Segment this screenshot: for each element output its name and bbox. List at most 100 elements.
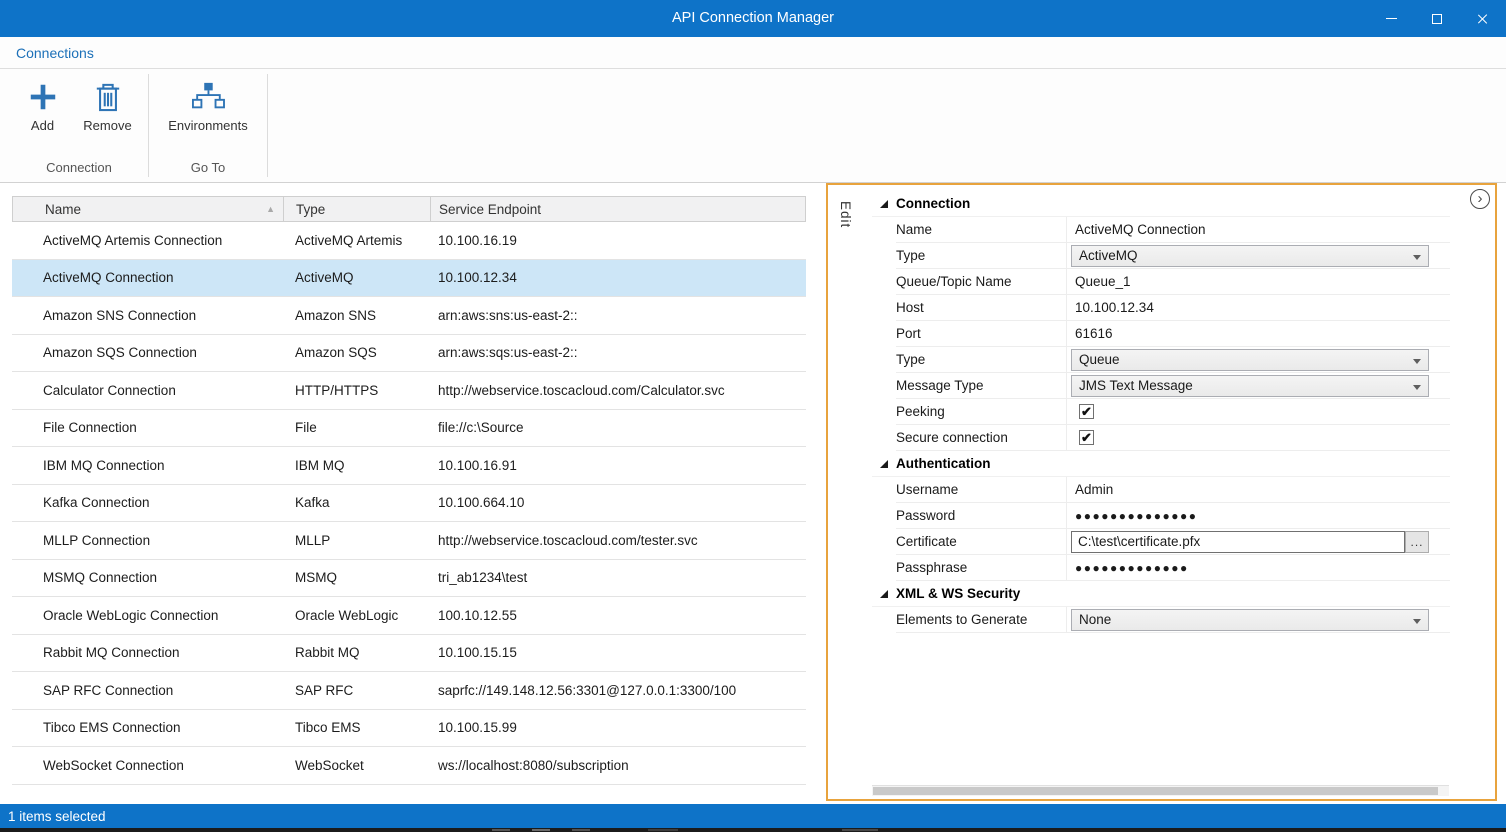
property-value: Queue_1 [1066,269,1450,295]
cell-type: MSMQ [283,570,430,585]
minimize-button[interactable] [1368,0,1414,37]
table-header: Name ▲ Type Service Endpoint [12,196,806,222]
cell-type: SAP RFC [283,683,430,698]
table-row[interactable]: Oracle WebLogic ConnectionOracle WebLogi… [12,597,806,635]
peeking-checkbox[interactable]: ✔ [1079,404,1094,419]
environments-button[interactable]: Environments [158,75,258,133]
property-row: Peeking ✔ [872,399,1450,425]
cell-name: File Connection [12,420,283,435]
property-label: Certificate [896,529,1066,555]
ribbon-tab-row: Connections [0,37,1506,69]
column-header-endpoint[interactable]: Service Endpoint [431,197,805,221]
cell-endpoint: 10.100.16.91 [430,458,806,473]
table-row[interactable]: Kafka ConnectionKafka10.100.664.10 [12,485,806,523]
property-row: Message TypeJMS Text Message [872,373,1450,399]
cell-endpoint: 10.100.12.34 [430,270,806,285]
property-label: Peeking [896,399,1066,425]
section-header-connection[interactable]: Connection [872,191,1450,217]
table-row[interactable]: SAP RFC ConnectionSAP RFCsaprfc://149.14… [12,672,806,710]
property-value: ActiveMQ Connection [1066,217,1450,243]
password-value[interactable]: ●●●●●●●●●●●●●● [1071,509,1197,523]
port-value[interactable]: 61616 [1071,326,1113,341]
section-title: XML & WS Security [896,586,1020,601]
table-row[interactable]: IBM MQ ConnectionIBM MQ10.100.16.91 [12,447,806,485]
cell-type: Tibco EMS [283,720,430,735]
ribbon: Connections Add [0,37,1506,183]
collapse-panel-button[interactable]: › [1470,189,1490,209]
table-row[interactable]: WebSocket ConnectionWebSocketws://localh… [12,747,806,785]
column-header-name-label: Name [45,202,81,217]
table-row[interactable]: ActiveMQ Artemis ConnectionActiveMQ Arte… [12,222,806,260]
cell-type: File [283,420,430,435]
property-label: Type [896,243,1066,269]
table-row[interactable]: File ConnectionFilefile://c:\Source [12,410,806,448]
horizontal-scrollbar[interactable] [872,785,1449,796]
property-value: ●●●●●●●●●●●●● [1066,555,1450,581]
cell-name: Kafka Connection [12,495,283,510]
queue-topic-name-value[interactable]: Queue_1 [1071,274,1131,289]
status-bar: 1 items selected [0,804,1506,828]
secure-connection-checkbox[interactable]: ✔ [1079,430,1094,445]
section-header-xml-ws-security[interactable]: XML & WS Security [872,581,1450,607]
table-row[interactable]: Tibco EMS ConnectionTibco EMS10.100.15.9… [12,710,806,748]
close-button[interactable] [1460,0,1506,37]
property-label: Password [896,503,1066,529]
table-row[interactable]: MLLP ConnectionMLLPhttp://webservice.tos… [12,522,806,560]
column-header-name[interactable]: Name ▲ [13,197,284,221]
connections-table-body: ActiveMQ Artemis ConnectionActiveMQ Arte… [12,222,806,785]
property-value: ActiveMQ [1066,243,1450,269]
column-header-endpoint-label: Service Endpoint [439,202,541,217]
passphrase-value[interactable]: ●●●●●●●●●●●●● [1071,561,1189,575]
section-header-authentication[interactable]: Authentication [872,451,1450,477]
scrollbar-thumb[interactable] [873,787,1438,795]
property-row: TypeQueue [872,347,1450,373]
section-title: Authentication [896,456,991,471]
table-row[interactable]: ActiveMQ ConnectionActiveMQ10.100.12.34 [12,260,806,298]
cell-name: SAP RFC Connection [12,683,283,698]
dropdown-value: ActiveMQ [1079,248,1138,263]
column-header-type[interactable]: Type [284,197,431,221]
cell-name: Tibco EMS Connection [12,720,283,735]
environments-icon [190,79,226,115]
cell-endpoint: 10.100.15.99 [430,720,806,735]
section-title: Connection [896,196,970,211]
cell-name: MLLP Connection [12,533,283,548]
certificate-input[interactable]: C:\test\certificate.pfx [1071,531,1405,553]
add-button[interactable]: Add [10,75,75,133]
maximize-button[interactable] [1414,0,1460,37]
property-value: Admin [1066,477,1450,503]
property-label: Passphrase [896,555,1066,581]
table-row[interactable]: Amazon SNS ConnectionAmazon SNSarn:aws:s… [12,297,806,335]
minimize-icon [1386,18,1397,19]
property-value: 10.100.12.34 [1066,295,1450,321]
title-bar: API Connection Manager [0,0,1506,37]
table-row[interactable]: MSMQ ConnectionMSMQtri_ab1234\test [12,560,806,598]
cell-endpoint: arn:aws:sns:us-east-2:: [430,308,806,323]
connections-table: Name ▲ Type Service Endpoint ActiveMQ Ar… [12,196,806,785]
cell-type: MLLP [283,533,430,548]
table-row[interactable]: Amazon SQS ConnectionAmazon SQSarn:aws:s… [12,335,806,373]
cell-type: HTTP/HTTPS [283,383,430,398]
expander-icon [880,200,888,208]
type-dropdown[interactable]: ActiveMQ [1071,245,1429,267]
username-value[interactable]: Admin [1071,482,1113,497]
cell-type: Rabbit MQ [283,645,430,660]
property-value: 61616 [1066,321,1450,347]
remove-button[interactable]: Remove [75,75,140,133]
property-label: Elements to Generate [896,607,1066,633]
cell-name: MSMQ Connection [12,570,283,585]
table-row[interactable]: Rabbit MQ ConnectionRabbit MQ10.100.15.1… [12,635,806,673]
elements-to-generate-dropdown[interactable]: None [1071,609,1429,631]
name-value[interactable]: ActiveMQ Connection [1071,222,1206,237]
tab-connections[interactable]: Connections [16,45,94,61]
property-grid: ConnectionNameActiveMQ ConnectionTypeAct… [872,191,1450,633]
cell-type: Amazon SNS [283,308,430,323]
browse-button[interactable]: ... [1405,531,1429,553]
ribbon-body: Add Remove Connection [0,69,1506,182]
host-value[interactable]: 10.100.12.34 [1071,300,1154,315]
chevron-right-icon: › [1478,190,1483,207]
taskbar-icon [572,829,590,831]
table-row[interactable]: Calculator ConnectionHTTP/HTTPShttp://we… [12,372,806,410]
message-type-dropdown[interactable]: JMS Text Message [1071,375,1429,397]
type-dropdown[interactable]: Queue [1071,349,1429,371]
